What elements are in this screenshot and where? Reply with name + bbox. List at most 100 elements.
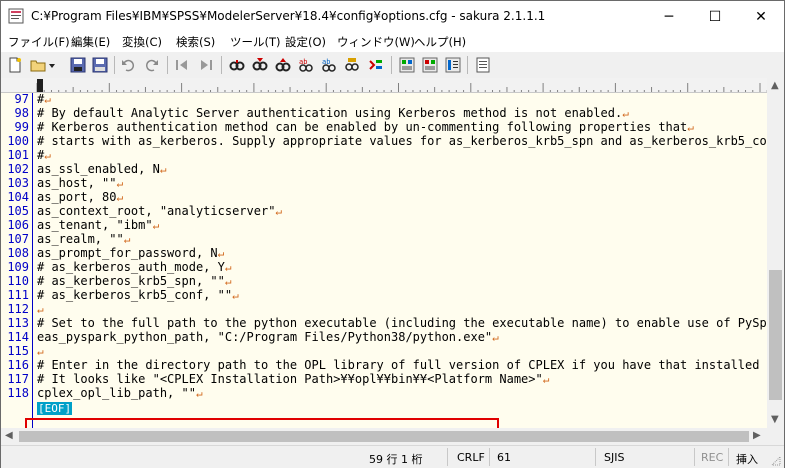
search-prev-icon[interactable] <box>274 56 292 74</box>
resize-grip-icon[interactable] <box>771 456 781 466</box>
line-number: 103 <box>7 176 29 190</box>
line-text: as_ssl_enabled, N <box>37 162 160 176</box>
list-icon[interactable] <box>444 56 462 74</box>
editor-window: C:¥Program Files¥IBM¥SPSS¥ModelerServer¥… <box>0 0 785 468</box>
ruler-corner <box>1 78 33 93</box>
grep-icon[interactable]: ab <box>297 56 315 74</box>
text-line: #↵ <box>37 148 51 163</box>
text-line: as_tenant, "ibm"↵ <box>37 218 159 233</box>
save-all-icon[interactable] <box>91 56 109 74</box>
back-icon[interactable] <box>173 56 191 74</box>
line-text: cplex_opl_lib_path, "" <box>37 386 196 400</box>
sakura-app-icon <box>8 8 24 24</box>
menu-window[interactable]: ウィンドウ(W) <box>337 34 415 50</box>
status-separator <box>728 448 729 466</box>
undo-icon[interactable] <box>119 56 137 74</box>
scroll-right-icon[interactable]: ▶ <box>753 430 761 441</box>
vertical-scrollbar[interactable]: ▲ ▼ <box>767 78 784 428</box>
text-line: # It looks like "<CPLEX Installation Pat… <box>37 372 549 387</box>
line-text: as_tenant, "ibm" <box>37 218 153 232</box>
menu-settings[interactable]: 設定(O) <box>285 34 326 50</box>
close-button[interactable]: ✕ <box>738 1 784 32</box>
text-line: # as_kerberos_auth_mode, Y↵ <box>37 260 231 275</box>
line-text: # It looks like "<CPLEX Installation Pat… <box>37 372 543 386</box>
line-number: 102 <box>7 162 29 176</box>
line-number-gutter: 97 98 99 100 101 102 103 104 105 106 107 108 109 110 1… <box>1 93 33 428</box>
menu-file[interactable]: ファイル(F) <box>8 34 70 50</box>
line-break-icon: ↵ <box>44 149 51 162</box>
scroll-down-icon[interactable]: ▼ <box>771 414 779 425</box>
rec-indicator: REC <box>701 451 724 464</box>
line-number: 115 <box>7 344 29 358</box>
line-number: 97 <box>14 93 29 106</box>
line-break-icon: ↵ <box>37 303 44 316</box>
text-line: as_prompt_for_password, N↵ <box>37 246 224 261</box>
line-number: 113 <box>7 316 29 330</box>
text-editor[interactable]: 97 98 99 100 101 102 103 104 105 106 107 108 109 110 1… <box>1 93 767 428</box>
line-ending[interactable]: CRLF <box>457 451 485 464</box>
insert-mode: 挿入 <box>736 453 758 466</box>
redo-icon[interactable] <box>143 56 161 74</box>
text-line: as_port, 80↵ <box>37 190 123 205</box>
search-icon[interactable] <box>228 56 246 74</box>
line-number: 108 <box>7 246 29 260</box>
compare2-icon[interactable] <box>421 56 439 74</box>
minimize-button[interactable]: ─ <box>646 1 692 32</box>
line-text: # starts with as_kerberos. Supply approp… <box>37 134 767 148</box>
horizontal-scroll-thumb[interactable] <box>19 431 749 442</box>
window-title: C:¥Program Files¥IBM¥SPSS¥ModelerServer¥… <box>31 9 546 23</box>
line-break-icon: ↵ <box>44 93 51 106</box>
eof-marker: [EOF] <box>37 402 73 415</box>
status-separator <box>694 448 695 466</box>
line-break-icon: ↵ <box>542 373 550 386</box>
new-file-icon[interactable] <box>6 56 24 74</box>
line-number: 110 <box>7 274 29 288</box>
replace-icon[interactable]: ab <box>320 56 338 74</box>
line-break-icon: ↵ <box>492 331 499 344</box>
text-line: eas_pyspark_python_path, "C:/Program Fil… <box>37 330 499 345</box>
char-code: 61 <box>497 451 511 464</box>
line-number: 100 <box>7 134 29 148</box>
save-icon[interactable] <box>69 56 87 74</box>
menu-tools[interactable]: ツール(T) <box>230 34 281 50</box>
menu-search[interactable]: 検索(S) <box>176 34 215 50</box>
jump-icon[interactable] <box>343 56 361 74</box>
scroll-up-icon[interactable]: ▲ <box>771 80 779 91</box>
line-text: # as_kerberos_krb5_conf, "" <box>37 288 233 302</box>
dropdown-icon[interactable] <box>47 56 57 74</box>
scroll-left-icon[interactable]: ◀ <box>5 430 13 441</box>
text-line: as_context_root, "analyticserver"↵ <box>37 204 282 219</box>
status-bar: 59 行 1 桁 CRLF 61 SJIS REC 挿入 <box>1 445 784 468</box>
ruler <box>33 78 767 93</box>
line-break-icon: ↵ <box>116 191 124 204</box>
encoding[interactable]: SJIS <box>604 451 624 464</box>
vertical-scroll-thumb[interactable] <box>769 270 782 400</box>
maximize-button[interactable]: ☐ <box>692 1 738 32</box>
line-number: 116 <box>7 358 29 372</box>
horizontal-scrollbar[interactable]: ◀ ▶ <box>1 428 767 445</box>
text-line: ↵ <box>37 344 44 359</box>
toolbar-separator <box>167 56 168 74</box>
compare-icon[interactable] <box>398 56 416 74</box>
open-file-icon[interactable] <box>29 56 47 74</box>
search-next-icon[interactable] <box>251 56 269 74</box>
line-break-icon: ↵ <box>116 177 124 190</box>
line-text: as_realm, "" <box>37 232 124 246</box>
menu-edit[interactable]: 編集(E) <box>71 34 110 50</box>
text-line: # starts with as_kerberos. Supply approp… <box>37 134 767 149</box>
text-line: # By default Analytic Server authenticat… <box>37 106 629 121</box>
outline-icon[interactable] <box>367 56 385 74</box>
toolbar-separator <box>467 56 468 74</box>
line-text: # Enter in the directory path to the OPL… <box>37 358 767 372</box>
gutter-divider <box>32 93 33 428</box>
menu-help[interactable]: ヘルプ(H) <box>414 34 466 50</box>
line-break-icon: ↵ <box>224 261 232 274</box>
title-bar[interactable]: C:¥Program Files¥IBM¥SPSS¥ModelerServer¥… <box>1 1 784 32</box>
forward-icon[interactable] <box>197 56 215 74</box>
line-text: as_port, 80 <box>37 190 117 204</box>
line-break-icon: ↵ <box>217 247 225 260</box>
settings-icon[interactable] <box>474 56 492 74</box>
menu-convert[interactable]: 変換(C) <box>122 34 162 50</box>
toolbar-separator <box>221 56 222 74</box>
line-text: # Set to the full path to the python exe… <box>37 316 767 330</box>
